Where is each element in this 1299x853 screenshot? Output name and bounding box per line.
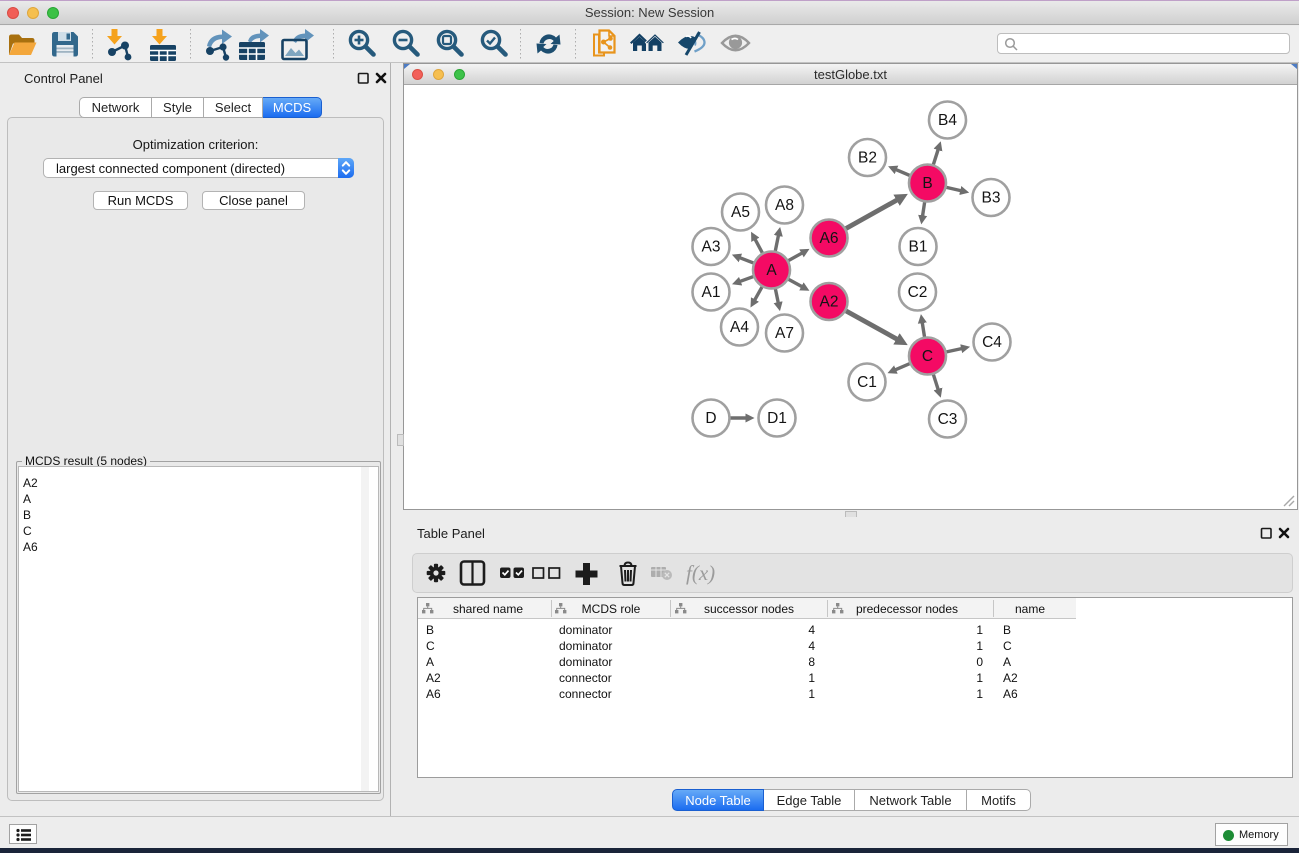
svg-text:1: 1: [976, 623, 983, 637]
svg-text:B2: B2: [858, 150, 877, 167]
svg-text:A3: A3: [702, 239, 721, 256]
svg-text:1: 1: [976, 687, 983, 701]
svg-text:B1: B1: [909, 239, 928, 256]
svg-text:C4: C4: [982, 334, 1002, 351]
svg-text:A6: A6: [820, 230, 839, 247]
svg-text:B: B: [426, 623, 434, 637]
svg-text:A6: A6: [426, 687, 441, 701]
svg-text:dominator: dominator: [559, 623, 612, 637]
svg-text:C1: C1: [857, 374, 877, 391]
svg-text:A7: A7: [775, 325, 794, 342]
svg-text:C: C: [1003, 639, 1012, 653]
svg-text:C2: C2: [908, 284, 928, 301]
svg-text:shared name: shared name: [453, 602, 523, 616]
svg-text:4: 4: [808, 639, 815, 653]
svg-text:B4: B4: [938, 112, 957, 129]
svg-text:A4: A4: [730, 319, 749, 336]
svg-text:1: 1: [976, 639, 983, 653]
svg-text:0: 0: [976, 655, 983, 669]
svg-text:A: A: [1003, 655, 1011, 669]
svg-text:B3: B3: [982, 190, 1001, 207]
svg-text:C: C: [922, 348, 933, 365]
svg-text:A2: A2: [426, 671, 441, 685]
svg-text:A2: A2: [1003, 671, 1018, 685]
svg-text:1: 1: [976, 671, 983, 685]
svg-text:8: 8: [808, 655, 815, 669]
svg-text:1: 1: [808, 687, 815, 701]
svg-text:dominator: dominator: [559, 655, 612, 669]
svg-text:1: 1: [808, 671, 815, 685]
svg-text:A6: A6: [1003, 687, 1018, 701]
svg-text:A2: A2: [820, 294, 839, 311]
svg-text:MCDS role: MCDS role: [582, 602, 641, 616]
svg-text:dominator: dominator: [559, 639, 612, 653]
svg-text:4: 4: [808, 623, 815, 637]
svg-text:A: A: [426, 655, 434, 669]
svg-text:connector: connector: [559, 687, 612, 701]
svg-text:f(x): f(x): [686, 561, 715, 585]
svg-text:C3: C3: [938, 411, 958, 428]
svg-text:C: C: [426, 639, 435, 653]
svg-text:successor nodes: successor nodes: [704, 602, 794, 616]
svg-text:B: B: [922, 175, 932, 192]
svg-text:A5: A5: [731, 204, 750, 221]
svg-text:A: A: [766, 262, 777, 279]
svg-text:B: B: [1003, 623, 1011, 637]
svg-text:name: name: [1015, 602, 1045, 616]
svg-text:connector: connector: [559, 671, 612, 685]
svg-text:D1: D1: [767, 410, 787, 427]
svg-text:A8: A8: [775, 197, 794, 214]
svg-text:D: D: [705, 410, 716, 427]
svg-text:A1: A1: [702, 284, 721, 301]
svg-text:predecessor nodes: predecessor nodes: [856, 602, 958, 616]
